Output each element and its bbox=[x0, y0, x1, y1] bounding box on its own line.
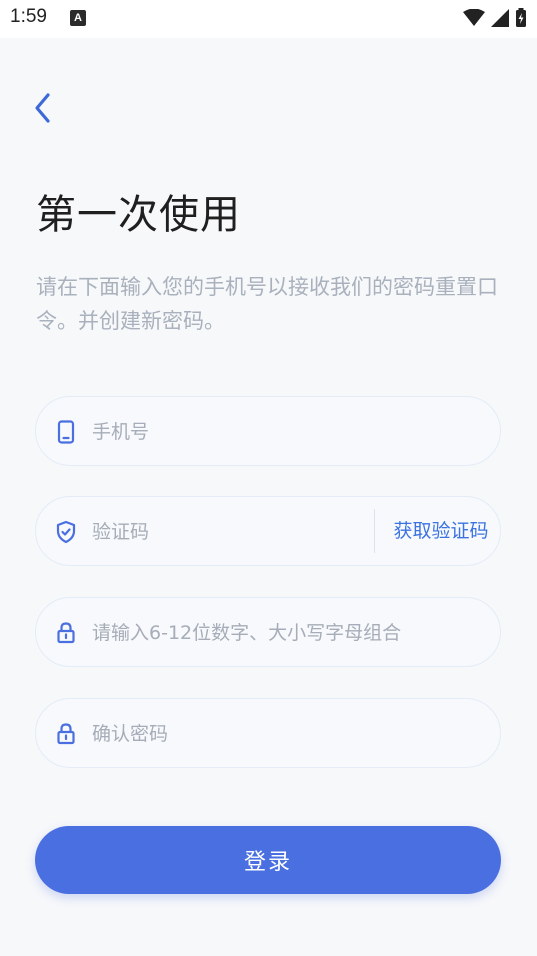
chevron-left-icon bbox=[35, 93, 50, 123]
get-code-button[interactable]: 获取验证码 bbox=[386, 497, 496, 565]
password-input[interactable] bbox=[90, 598, 484, 668]
notification-a-icon: A bbox=[70, 10, 86, 26]
verification-code-input[interactable] bbox=[90, 497, 364, 567]
field-divider bbox=[374, 509, 375, 553]
page-description: 请在下面输入您的手机号以接收我们的密码重置口令。并创建新密码。 bbox=[36, 275, 498, 333]
phone-field[interactable] bbox=[35, 396, 501, 467]
status-bar: 1:59 A bbox=[0, 0, 537, 38]
lock-icon bbox=[54, 722, 78, 746]
password-field[interactable] bbox=[35, 597, 501, 668]
verification-code-field[interactable]: 获取验证码 bbox=[35, 496, 501, 567]
phone-input[interactable] bbox=[90, 397, 374, 467]
confirm-password-input[interactable] bbox=[90, 699, 484, 769]
phone-icon bbox=[54, 420, 78, 444]
status-icons bbox=[463, 8, 527, 28]
shield-check-icon bbox=[54, 520, 78, 544]
wifi-icon bbox=[463, 9, 485, 26]
back-button[interactable] bbox=[22, 88, 62, 128]
page-title: 第一次使用 bbox=[36, 192, 241, 238]
confirm-password-field[interactable] bbox=[35, 698, 501, 769]
status-time: 1:59 bbox=[10, 6, 47, 27]
lock-icon bbox=[54, 621, 78, 645]
battery-icon bbox=[516, 8, 526, 27]
signal-icon bbox=[491, 9, 509, 27]
login-button[interactable]: 登录 bbox=[35, 826, 501, 894]
